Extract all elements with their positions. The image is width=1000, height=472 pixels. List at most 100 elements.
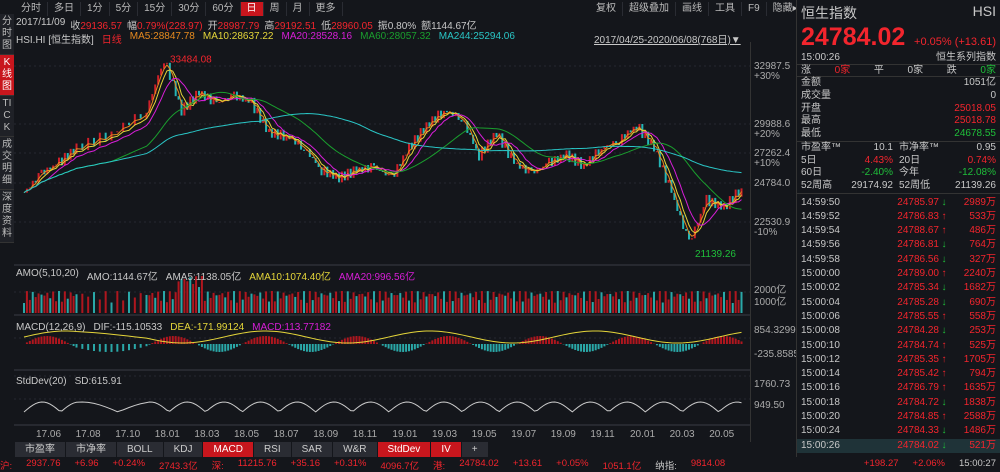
series-link[interactable]: 恒生系列指数 (936, 52, 996, 64)
quote-name: 恒生指数 (801, 3, 857, 23)
tick-time: 15:00:20 (801, 410, 863, 424)
tick-price: 24785.55 (863, 310, 939, 324)
up-label: 涨 (801, 65, 811, 77)
macd-bar (116, 344, 118, 352)
volume-bar (347, 291, 349, 313)
tool-button[interactable]: 画线 (676, 2, 709, 16)
macd-bar (230, 344, 232, 350)
macd-bar (671, 344, 673, 351)
tool-button[interactable]: 工具 (709, 2, 742, 16)
sidebar-item[interactable]: 深度资料 (0, 190, 14, 243)
date-tick: 19.07 (511, 430, 536, 440)
macd-bar (140, 344, 142, 348)
stat-row: 成交量0 (797, 90, 1000, 103)
indicator-tab[interactable]: SAR (292, 442, 334, 457)
macd-bar (493, 344, 495, 352)
volume-bar (563, 292, 565, 313)
volume-bar (73, 296, 75, 313)
macd-bar (452, 336, 454, 344)
sidebar-item[interactable]: K线图 (0, 55, 14, 96)
volume-bar (35, 297, 37, 313)
period-tab[interactable]: 更多 (310, 2, 343, 16)
indicator-tab[interactable]: MACD (203, 442, 253, 457)
status-sh-item: +0.24% (113, 458, 146, 470)
period-tab[interactable]: 1分 (81, 2, 110, 16)
indicator-tab[interactable]: BOLL (117, 442, 164, 457)
tool-button[interactable]: 超级叠加 (623, 2, 676, 16)
macd-bar (463, 340, 465, 344)
tick-row: 15:00:1024784.74↑525万 (797, 339, 1000, 353)
macd-bar (461, 339, 463, 344)
indicator-tab[interactable]: 市盈率 (15, 442, 66, 457)
macd-bar (498, 344, 500, 352)
volume-bar (338, 301, 340, 313)
indicator-tab[interactable]: RSI (254, 442, 292, 457)
macd-bar (595, 344, 597, 350)
volume-bar (46, 293, 48, 313)
period-tab[interactable]: 分时 (15, 2, 48, 16)
macd-bar (216, 344, 218, 352)
tick-time: 14:59:56 (801, 238, 863, 252)
macd-bar (81, 344, 83, 349)
macd-bar (644, 339, 646, 344)
period-tab[interactable]: 周 (264, 2, 287, 16)
candlestick (122, 123, 124, 132)
volume-bar (382, 301, 384, 313)
indicator-tab[interactable]: KDJ (164, 442, 204, 457)
macd-bar (396, 344, 398, 351)
tick-time: 14:59:54 (801, 224, 863, 238)
date-tick: 18.05 (234, 430, 259, 440)
period-tab[interactable]: 日 (241, 2, 264, 16)
macd-bar (417, 344, 419, 348)
volume-bar (353, 292, 355, 313)
status-sz-item: 11215.76 (238, 458, 277, 470)
tick-volume: 521万 (949, 439, 996, 453)
period-tab[interactable]: 月 (287, 2, 310, 16)
macd-bar (420, 344, 422, 347)
volume-bar (606, 294, 608, 313)
volume-bar (312, 300, 314, 313)
period-tab[interactable]: 30分 (172, 2, 206, 16)
indicator-tab[interactable]: W&R (333, 442, 377, 457)
date-axis: 17.0617.0817.1018.0118.0318.0518.0718.09… (0, 430, 750, 442)
period-tab[interactable]: 15分 (138, 2, 172, 16)
volume-bar (306, 303, 308, 313)
tool-button[interactable]: F9 (742, 2, 767, 16)
indicator-tab[interactable]: + (462, 442, 489, 457)
tick-volume: 1486万 (949, 424, 996, 438)
sidebar-item[interactable]: 分时图 (0, 14, 14, 55)
volume-bar (560, 300, 562, 313)
volume-bar (259, 293, 261, 313)
volume-bar (525, 291, 527, 313)
indicator-tab[interactable]: StdDev (378, 442, 432, 457)
volume-bar (367, 292, 369, 313)
info-date: 2017/11/09 (16, 17, 65, 32)
macd-bar (134, 344, 136, 349)
candlestick (533, 171, 535, 174)
candlestick (399, 164, 401, 166)
sidebar-item[interactable]: TICK (0, 96, 14, 137)
macd-value: MACD:113.77182 (252, 322, 331, 333)
tool-button[interactable]: 复权 (590, 2, 623, 16)
macd-bar (679, 344, 681, 352)
ratio-label: 市盈率™ (801, 142, 841, 155)
indicator-axis-tick: 2000亿 (754, 286, 786, 296)
period-tab[interactable]: 5分 (110, 2, 139, 16)
macd-bar (507, 344, 509, 349)
price-tick-pct: +20% (754, 130, 790, 140)
down-count: 0家 (980, 65, 996, 77)
low-annotation: 21139.26 (695, 249, 736, 260)
indicator-tab[interactable]: 市净率 (66, 442, 117, 457)
market-status-bar: 沪:2937.76+6.96+0.24%2743.3亿深:11215.76+35… (0, 458, 1000, 470)
indicator-tab[interactable]: IV (431, 442, 461, 457)
period-tab[interactable]: 60分 (206, 2, 240, 16)
high-annotation: 33484.08 (170, 55, 212, 66)
candlestick (668, 180, 670, 183)
volume-bar (455, 292, 457, 313)
period-tab[interactable]: 多日 (48, 2, 81, 16)
stat-row: 开盘25018.05 (797, 103, 1000, 116)
macd-bar (729, 337, 731, 344)
macd-bar (551, 339, 553, 344)
sidebar-item[interactable]: 成交明细 (0, 137, 14, 190)
ama20-value: AMA20:996.56亿 (339, 268, 415, 283)
